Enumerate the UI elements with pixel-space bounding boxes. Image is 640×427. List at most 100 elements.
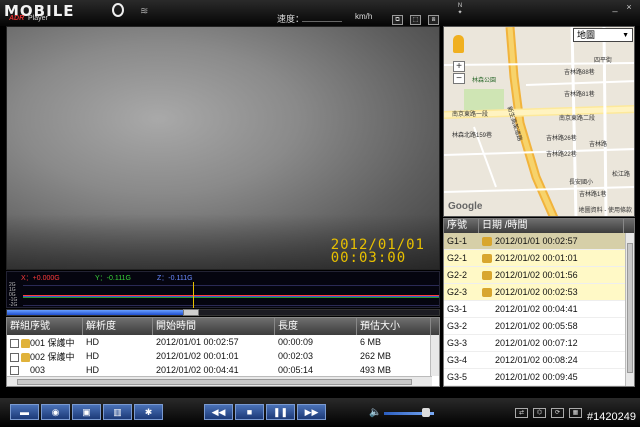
file-table-vscroll[interactable] (430, 335, 439, 376)
logo-ring-icon (112, 3, 124, 17)
gsensor-gridline (23, 305, 439, 306)
segment-id: G2-1 (447, 253, 468, 263)
snapshot-button[interactable]: ◉ (41, 404, 70, 420)
close-button[interactable]: × (624, 3, 634, 13)
cell-length: 00:02:03 (278, 351, 314, 361)
column-header-segment-id[interactable]: 序號 (444, 219, 479, 233)
row-checkbox[interactable] (10, 352, 19, 362)
map-panel[interactable]: + − 地圖 ▼ 四平街 吉林路88巷 吉林路81巷 林森公園 南京東路一段 南… (443, 26, 635, 217)
list-item[interactable]: G2-1 2012/01/02 00:01:01 (444, 250, 634, 267)
minimize-button[interactable]: _ (610, 3, 620, 13)
zoom-in-button[interactable]: + (453, 61, 465, 72)
pause-button[interactable]: ❚❚ (266, 404, 295, 420)
list-item[interactable]: G3-3 2012/01/02 00:07:12 (444, 335, 634, 352)
map-label: 南京東路二段 (559, 116, 596, 122)
map-terms-link[interactable]: 地圖資料 - 使用條款 (579, 205, 632, 214)
save-button[interactable]: ▣ (72, 404, 101, 420)
fast-forward-button[interactable]: ▶▶ (297, 404, 326, 420)
segment-id: G1-1 (447, 236, 468, 246)
logo-sub-text: Player (28, 15, 48, 22)
list-item[interactable]: G3-2 2012/01/02 00:05:58 (444, 318, 634, 335)
table-row[interactable]: 001 保護中 HD 2012/01/01 00:02:57 00:00:09 6 MB (7, 335, 439, 349)
lock-icon (482, 271, 492, 281)
column-header-length[interactable]: 長度 (275, 318, 357, 335)
video-display[interactable]: 2012/01/01 00:03:00 (6, 26, 440, 270)
settings-button[interactable]: ✱ (134, 404, 163, 420)
segment-datetime: 2012/01/02 00:01:56 (495, 269, 578, 280)
column-header-datetime[interactable]: 日期 /時間 (479, 219, 624, 233)
speed-label: 速度： (277, 14, 305, 24)
cell-resolution: HD (86, 365, 99, 375)
seek-bar[interactable] (6, 309, 440, 316)
row-checkbox[interactable] (10, 366, 19, 376)
list-item[interactable]: G2-2 2012/01/02 00:01:56 (444, 267, 634, 284)
list-item[interactable]: G3-1 2012/01/02 00:04:41 (444, 301, 634, 318)
gsensor-z-label: Z：-0.111G (157, 275, 193, 282)
seek-thumb[interactable] (183, 309, 200, 316)
title-bar: MOBILE ADR Player ≋ 速度： km/h ⧉ ⬚ ⧈ N ✦ _ … (0, 0, 640, 26)
map-type-value: 地圖 (577, 30, 596, 40)
gsensor-graph[interactable]: X：+0.000G Y：-0.111G Z：-0.111G 2G 1G 0G -… (6, 271, 440, 308)
list-item[interactable]: G1-1 2012/01/01 00:02:57 (444, 233, 634, 250)
segment-datetime: 2012/01/02 00:04:41 (495, 304, 578, 314)
map-mode-button[interactable]: ⧈ (428, 15, 439, 25)
speed-value (302, 11, 342, 22)
compass-icon: N ✦ (457, 3, 463, 16)
column-header-group[interactable]: 群組序號 (7, 318, 83, 335)
segment-list-scrollbar[interactable] (625, 233, 634, 386)
gsensor-y-label: Y：-0.111G (95, 275, 131, 282)
column-header-size[interactable]: 預估大小 (357, 318, 431, 335)
map-label: 林森北路159巷 (452, 133, 493, 139)
column-header-resolution[interactable]: 解析度 (83, 318, 153, 335)
segment-datetime: 2012/01/01 00:02:57 (495, 235, 578, 246)
network-icon[interactable]: ⌬ (533, 408, 546, 418)
seek-progress (7, 310, 185, 315)
osd-time: 00:03:00 (330, 250, 407, 266)
list-item[interactable]: G3-4 2012/01/02 00:08:24 (444, 352, 634, 369)
file-table-hscroll[interactable] (7, 376, 432, 386)
row-checkbox[interactable] (10, 338, 19, 348)
export-icon[interactable]: ⇄ (515, 408, 528, 418)
column-header-start-time[interactable]: 開始時間 (153, 318, 275, 335)
segment-id: G3-1 (447, 304, 468, 314)
rewind-button[interactable]: ◀◀ (204, 404, 233, 420)
list-item[interactable]: G2-3 2012/01/02 00:02:53 (444, 284, 634, 301)
rotate-icon[interactable]: ⟳ (551, 408, 564, 418)
segment-list-body: G1-1 2012/01/01 00:02:57 G2-1 2012/01/02 00… (444, 233, 634, 386)
map-type-select[interactable]: 地圖 ▼ (573, 28, 633, 42)
segment-datetime: 2012/01/02 00:05:58 (495, 321, 578, 331)
segment-id: G3-2 (447, 321, 468, 331)
menu-icon[interactable]: ≋ (140, 6, 156, 18)
segment-datetime: 2012/01/02 00:07:12 (495, 338, 578, 348)
volume-slider-thumb[interactable] (422, 408, 430, 417)
fullscreen-button[interactable]: ⬚ (410, 15, 421, 25)
map-label: 吉林路88巷 (564, 70, 595, 76)
lock-icon (21, 338, 30, 348)
table-row[interactable]: 003 HD 2012/01/02 00:04:41 00:05:14 493 MB (7, 363, 439, 377)
segment-list-header: 序號 日期 /時間 (444, 219, 634, 233)
lock-icon (482, 254, 492, 264)
segment-datetime: 2012/01/02 00:08:24 (495, 355, 578, 365)
speed-unit: km/h (355, 12, 373, 21)
segment-datetime: 2012/01/02 00:09:45 (495, 372, 578, 382)
table-row[interactable]: 002 保護中 HD 2012/01/02 00:01:01 00:02:03 262 … (7, 349, 439, 363)
open-folder-button[interactable]: ▬ (10, 404, 39, 420)
file-table-hscroll-thumb[interactable] (17, 379, 412, 385)
gsensor-playhead[interactable] (193, 282, 194, 308)
lock-icon (482, 237, 492, 247)
street-view-pegman-icon[interactable] (453, 35, 464, 53)
window-mode-button[interactable]: ⧉ (392, 15, 403, 25)
cell-length: 00:05:14 (278, 365, 314, 375)
map-label: 吉林路 (589, 142, 608, 148)
cell-group: 002 保護中 (30, 351, 75, 362)
file-table: 群組序號 解析度 開始時間 長度 預估大小 001 保護中 HD 2012/01/0… (6, 317, 440, 387)
cell-group: 003 (30, 364, 46, 375)
zoom-out-button[interactable]: − (453, 73, 465, 84)
delete-button[interactable]: ▥ (103, 404, 132, 420)
segment-list-scroll-thumb[interactable] (627, 243, 633, 373)
map-icon[interactable]: ▦ (569, 408, 582, 418)
list-item[interactable]: G3-5 2012/01/02 00:09:45 (444, 369, 634, 386)
map-label: 吉林路22巷 (546, 152, 577, 158)
volume-icon[interactable]: 🔈 (369, 407, 381, 418)
stop-button[interactable]: ■ (235, 404, 264, 420)
